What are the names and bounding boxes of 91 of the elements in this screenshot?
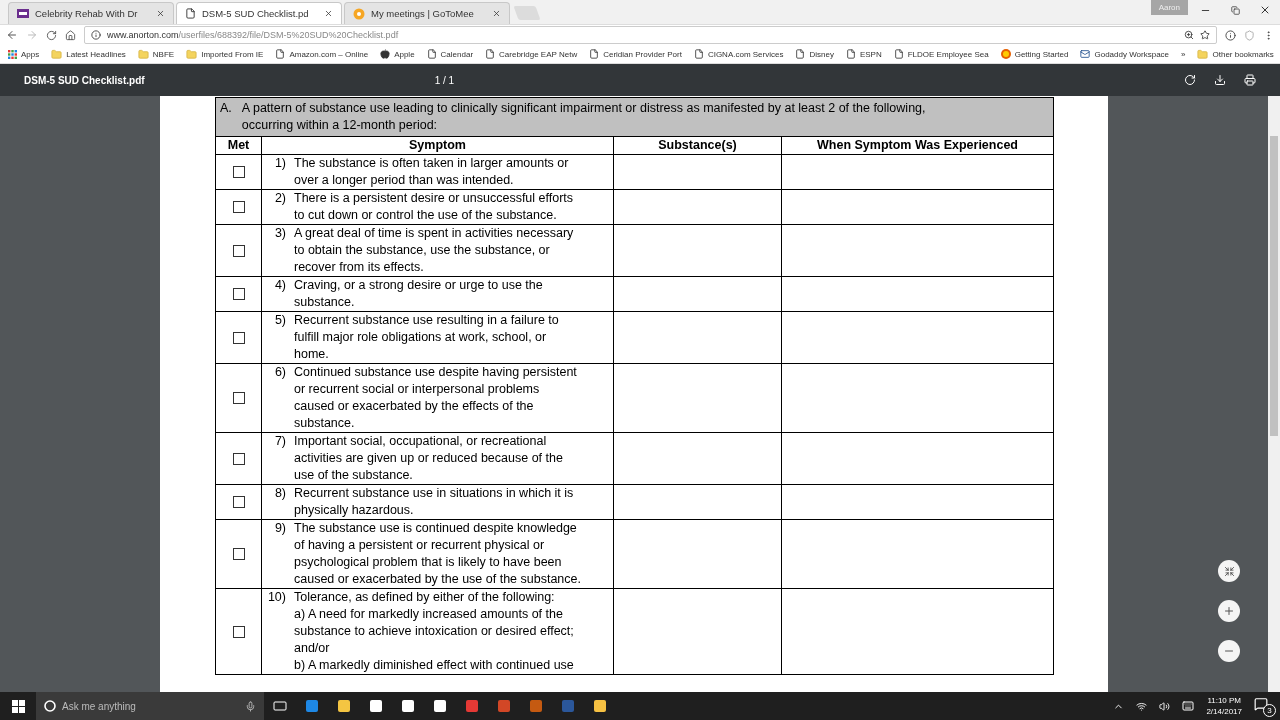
bookmark[interactable]: Carebridge EAP Netw bbox=[485, 49, 578, 59]
star-icon[interactable] bbox=[1200, 30, 1210, 40]
keyboard-icon[interactable] bbox=[1182, 700, 1195, 712]
browser-tab[interactable]: DSM-5 SUD Checklist.pd bbox=[176, 2, 342, 24]
tv-logo-icon bbox=[17, 9, 29, 18]
close-icon[interactable] bbox=[492, 9, 501, 18]
wifi-icon[interactable] bbox=[1136, 700, 1148, 712]
reload-icon[interactable] bbox=[46, 29, 57, 41]
symptom-cell: 1) The substance is often taken in larger amounts or over a longer period than was intended. bbox=[261, 154, 614, 190]
page-icon bbox=[485, 49, 496, 59]
page-icon bbox=[426, 49, 437, 59]
column-header: Met bbox=[215, 136, 262, 155]
bookmark[interactable]: NBFE bbox=[137, 48, 175, 60]
browser-tab[interactable]: Celebrity Rehab With Dr bbox=[8, 2, 174, 24]
column-header: Substance(s) bbox=[613, 136, 782, 155]
back-icon[interactable] bbox=[6, 29, 18, 41]
clock[interactable]: 11:10 PM 2/14/2017 bbox=[1206, 695, 1242, 717]
extension-icon[interactable] bbox=[1225, 29, 1236, 41]
info-icon bbox=[91, 30, 101, 40]
mail-icon bbox=[1080, 49, 1091, 59]
zoom-out-button[interactable] bbox=[1218, 640, 1240, 662]
more-bookmarks-button[interactable]: » bbox=[1181, 49, 1186, 59]
bookmark[interactable]: ESPN bbox=[845, 49, 882, 59]
bookmark[interactable]: CIGNA.com Services bbox=[693, 49, 784, 59]
page-icon bbox=[795, 49, 806, 59]
bookmark[interactable]: Imported From IE bbox=[186, 48, 264, 60]
zoom-in-button[interactable] bbox=[1218, 600, 1240, 622]
bookmark[interactable]: Apple bbox=[380, 49, 415, 59]
page-icon bbox=[275, 49, 286, 59]
address-bar[interactable]: www.anorton.com/userfiles/688392/file/DSM-5%20SUD%20Checklist.pdf bbox=[84, 26, 1217, 44]
page-icon bbox=[893, 49, 904, 59]
column-header: When Symptom Was Experienced bbox=[781, 136, 1054, 155]
checkbox[interactable] bbox=[232, 244, 245, 257]
browser-tab[interactable]: My meetings | GoToMee bbox=[344, 2, 510, 24]
volume-icon[interactable] bbox=[1159, 700, 1171, 712]
shrink-icon bbox=[1223, 565, 1235, 577]
checkbox[interactable] bbox=[232, 392, 245, 404]
zoom-icon[interactable] bbox=[1184, 30, 1194, 40]
home-icon[interactable] bbox=[65, 29, 76, 41]
bookmark[interactable]: Godaddy Workspace bbox=[1080, 49, 1170, 59]
bookmark[interactable]: Getting Started bbox=[1000, 49, 1069, 59]
scrollbar[interactable] bbox=[1268, 96, 1280, 692]
symptom-cell: 6) Continued substance use despite having persistent or recurrent social or interpersonal problems caused or exacerbated by the effects of the substance. bbox=[261, 363, 614, 433]
windows-logo-icon bbox=[11, 699, 25, 713]
restore-icon[interactable] bbox=[1230, 5, 1240, 15]
checkbox[interactable] bbox=[232, 496, 245, 508]
symptom-cell: 2) There is a persistent desire or unsuccessful efforts to cut down or control the use of the substance. bbox=[261, 189, 614, 225]
column-header: Symptom bbox=[261, 136, 614, 155]
microphone-icon[interactable] bbox=[245, 700, 256, 712]
checkbox[interactable] bbox=[232, 331, 245, 344]
bookmark[interactable]: Calendar bbox=[426, 49, 474, 59]
plus-icon bbox=[1223, 605, 1235, 617]
close-icon[interactable] bbox=[156, 9, 165, 18]
checkbox[interactable] bbox=[232, 548, 245, 560]
symptom-cell: 4) Craving, or a strong desire or urge to use the substance. bbox=[261, 276, 614, 312]
page-icon bbox=[845, 49, 856, 59]
bookmark[interactable]: FLDOE Employee Sea bbox=[893, 49, 989, 59]
page-icon bbox=[185, 8, 196, 19]
symptom-cell: 10) Tolerance, as defined by either of the following: a) A need for markedly increased amounts of the substance to achieve intoxication or desired effect; and/or b) A markedly diminished effect with continued use bbox=[261, 588, 614, 675]
circle-icon bbox=[44, 700, 56, 712]
bookmark[interactable]: Amazon.com – Online bbox=[275, 49, 369, 59]
checkbox[interactable] bbox=[232, 452, 245, 465]
other-bookmarks[interactable]: Other bookmarks bbox=[1197, 48, 1274, 60]
fit-page-button[interactable] bbox=[1218, 560, 1240, 582]
page-icon bbox=[589, 49, 600, 59]
checkbox[interactable] bbox=[232, 288, 245, 300]
checkbox[interactable] bbox=[232, 166, 245, 178]
rotate-icon[interactable] bbox=[1184, 74, 1196, 86]
message-icon bbox=[1254, 697, 1268, 711]
page-indicator: 1 / 1 bbox=[434, 74, 455, 86]
apple-icon bbox=[380, 49, 391, 59]
bookmark[interactable]: Apps bbox=[8, 49, 40, 59]
section-heading: A. A pattern of substance use leading to clinically significant impairment or distress as manifested by at least 2 of the following, occurring within a 12-month period: bbox=[215, 97, 1054, 137]
symptom-cell: 3) A great deal of time is spent in activities necessary to obtain the substance, use the substance, or recover from its effects. bbox=[261, 224, 614, 277]
symptom-cell: 5) Recurrent substance use resulting in a failure to fulfill major role obligations at work, school, or home. bbox=[261, 311, 614, 364]
search-field[interactable]: Ask me anything bbox=[36, 692, 264, 720]
close-icon[interactable] bbox=[1259, 4, 1271, 16]
symptom-cell: 7) Important social, occupational, or recreational activities are given up or reduced because of the use of the substance. bbox=[261, 432, 614, 485]
apps-grid-icon bbox=[8, 49, 17, 59]
checkbox[interactable] bbox=[232, 625, 245, 638]
file-name: DSM-5 SUD Checklist.pdf bbox=[24, 74, 146, 86]
bookmark[interactable]: Disney bbox=[795, 49, 834, 59]
print-icon[interactable] bbox=[1244, 74, 1256, 86]
bookmark[interactable]: Ceridian Provider Port bbox=[589, 49, 682, 59]
checkbox[interactable] bbox=[232, 201, 245, 213]
symptom-cell: 9) The substance use is continued despite knowledge of having a persistent or recurrent physical or psychological problem that is likely to have been caused or exacerbated by the use of the substance. bbox=[261, 519, 614, 589]
symptom-cell: 8) Recurrent substance use in situations in which it is physically hazardous. bbox=[261, 484, 614, 520]
page-icon bbox=[693, 49, 704, 59]
bookmark[interactable]: Latest Headlines bbox=[51, 48, 126, 60]
download-icon[interactable] bbox=[1214, 74, 1226, 86]
close-icon[interactable] bbox=[324, 9, 333, 18]
